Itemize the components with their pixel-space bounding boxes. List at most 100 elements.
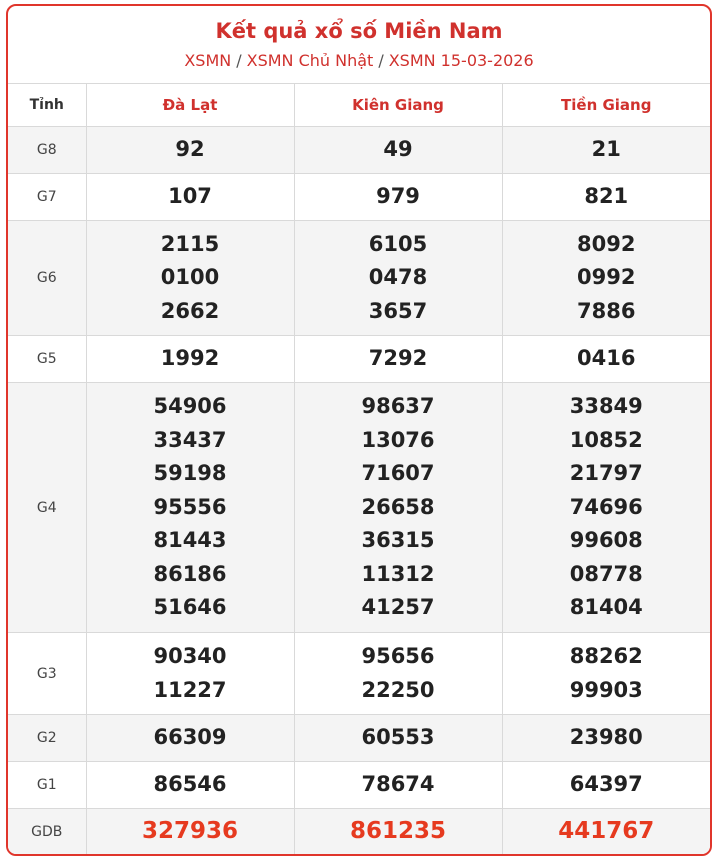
prize-number: 60553 — [361, 725, 435, 750]
prize-cell: 90340 11227 — [85, 632, 294, 715]
prize-number: 0992 — [577, 265, 636, 290]
prize-number: 88262 — [569, 643, 643, 668]
prize-cell: 7292 — [293, 335, 502, 383]
prize-cell: 861235 — [293, 808, 502, 854]
prize-number: 81443 — [153, 528, 227, 553]
prize-number: 11312 — [361, 561, 435, 586]
prize-label: G6 — [8, 220, 86, 336]
prize-cell: 92 — [85, 126, 294, 174]
table-row: GDB 327936 861235 441767 — [8, 808, 710, 854]
results-header: Kết quả xổ số Miền Nam XSMN / XSMN Chủ Nhậ… — [8, 6, 710, 84]
prize-label: GDB — [8, 808, 86, 854]
prize-number: 81404 — [569, 595, 643, 620]
prize-number: 0478 — [368, 265, 428, 290]
prize-cell: 54906 33437 59198 95556 81443 86186 51646 — [85, 382, 294, 633]
breadcrumb-xsmn[interactable]: XSMN — [184, 51, 231, 70]
prize-number: 0416 — [577, 346, 636, 371]
prize-cell: 23980 — [501, 714, 710, 762]
province-header: Đà Lạt — [85, 84, 294, 127]
prize-number: 49 — [383, 137, 413, 162]
prize-number: 41257 — [361, 595, 435, 620]
prize-cell: 1992 — [85, 335, 294, 383]
prize-number: 98637 — [361, 393, 435, 418]
prize-number: 13076 — [361, 427, 435, 452]
prize-number: 2662 — [160, 298, 220, 323]
prize-number: 2115 — [160, 231, 220, 256]
prize-label: G1 — [8, 761, 86, 809]
prize-cell: 33849 10852 21797 74696 99608 08778 81404 — [501, 382, 710, 633]
breadcrumb-xsmn-date[interactable]: XSMN 15-03-2026 — [389, 51, 534, 70]
prize-number: 0100 — [160, 265, 220, 290]
special-prize-number: 861235 — [349, 818, 447, 845]
prize-cell: 6105 0478 3657 — [293, 220, 502, 336]
prize-number: 23980 — [569, 725, 643, 750]
province-header: Kiên Giang — [293, 84, 502, 127]
prize-number: 08778 — [569, 561, 643, 586]
prize-number: 7886 — [577, 298, 636, 323]
prize-number: 107 — [168, 184, 212, 209]
province-column-header: Tỉnh — [8, 84, 86, 127]
prize-cell: 86546 — [85, 761, 294, 809]
prize-number: 6105 — [368, 231, 428, 256]
prize-number: 36315 — [361, 528, 435, 553]
table-row: G3 90340 11227 95656 22250 88262 99903 — [8, 632, 710, 715]
prize-number: 99608 — [569, 528, 643, 553]
prize-cell: 979 — [293, 173, 502, 221]
prize-cell: 66309 — [85, 714, 294, 762]
special-prize-number: 441767 — [558, 818, 655, 845]
prize-cell: 821 — [501, 173, 710, 221]
prize-label: G8 — [8, 126, 86, 174]
prize-number: 86186 — [153, 561, 227, 586]
results-card: Kết quả xổ số Miền Nam XSMN / XSMN Chủ Nhậ… — [6, 4, 712, 856]
breadcrumb: XSMN / XSMN Chủ Nhật / XSMN 15-03-2026 — [8, 51, 710, 71]
prize-cell: 64397 — [501, 761, 710, 809]
prize-number: 59198 — [153, 461, 227, 486]
prize-cell: 98637 13076 71607 26658 36315 11312 41257 — [293, 382, 502, 633]
prize-number: 7292 — [368, 346, 428, 371]
prize-number: 33437 — [153, 427, 227, 452]
results-table: Tỉnh Đà Lạt Kiên Giang Tiền Giang G8 92 49… — [8, 84, 710, 854]
prize-number: 3657 — [368, 298, 428, 323]
prize-cell: 49 — [293, 126, 502, 174]
prize-cell: 2115 0100 2662 — [85, 220, 294, 336]
table-row: G7 107 979 821 — [8, 173, 710, 221]
table-row: G8 92 49 21 — [8, 126, 710, 174]
prize-number: 10852 — [569, 427, 643, 452]
prize-cell: 78674 — [293, 761, 502, 809]
prize-number: 26658 — [361, 494, 435, 519]
table-header-row: Tỉnh Đà Lạt Kiên Giang Tiền Giang — [8, 84, 710, 127]
prize-number: 11227 — [153, 677, 227, 702]
breadcrumb-separator: / — [378, 51, 384, 70]
prize-cell: 0416 — [501, 335, 710, 383]
table-row: G5 1992 7292 0416 — [8, 335, 710, 383]
prize-number: 66309 — [153, 725, 227, 750]
table-row: G2 66309 60553 23980 — [8, 714, 710, 762]
prize-number: 95556 — [153, 494, 227, 519]
prize-number: 95656 — [361, 643, 435, 668]
prize-number: 979 — [376, 184, 420, 209]
prize-number: 54906 — [153, 393, 227, 418]
province-header: Tiền Giang — [501, 84, 710, 127]
prize-number: 33849 — [569, 393, 643, 418]
breadcrumb-xsmn-sunday[interactable]: XSMN Chủ Nhật — [247, 51, 374, 70]
prize-label: G5 — [8, 335, 86, 383]
breadcrumb-separator: / — [236, 51, 242, 70]
prize-number: 71607 — [361, 461, 435, 486]
page-title: Kết quả xổ số Miền Nam — [215, 19, 503, 43]
prize-label: G4 — [8, 382, 86, 633]
prize-cell: 441767 — [501, 808, 710, 854]
prize-cell: 95656 22250 — [293, 632, 502, 715]
prize-label: G7 — [8, 173, 86, 221]
prize-label: G3 — [8, 632, 86, 715]
prize-number: 90340 — [153, 643, 227, 668]
prize-number: 74696 — [569, 494, 643, 519]
prize-label: G2 — [8, 714, 86, 762]
prize-number: 64397 — [569, 772, 643, 797]
prize-cell: 327936 — [85, 808, 294, 854]
prize-cell: 8092 0992 7886 — [501, 220, 710, 336]
prize-number: 21 — [591, 137, 621, 162]
special-prize-number: 327936 — [141, 818, 239, 845]
prize-number: 86546 — [153, 772, 227, 797]
prize-number: 92 — [175, 137, 205, 162]
prize-number: 51646 — [153, 595, 227, 620]
